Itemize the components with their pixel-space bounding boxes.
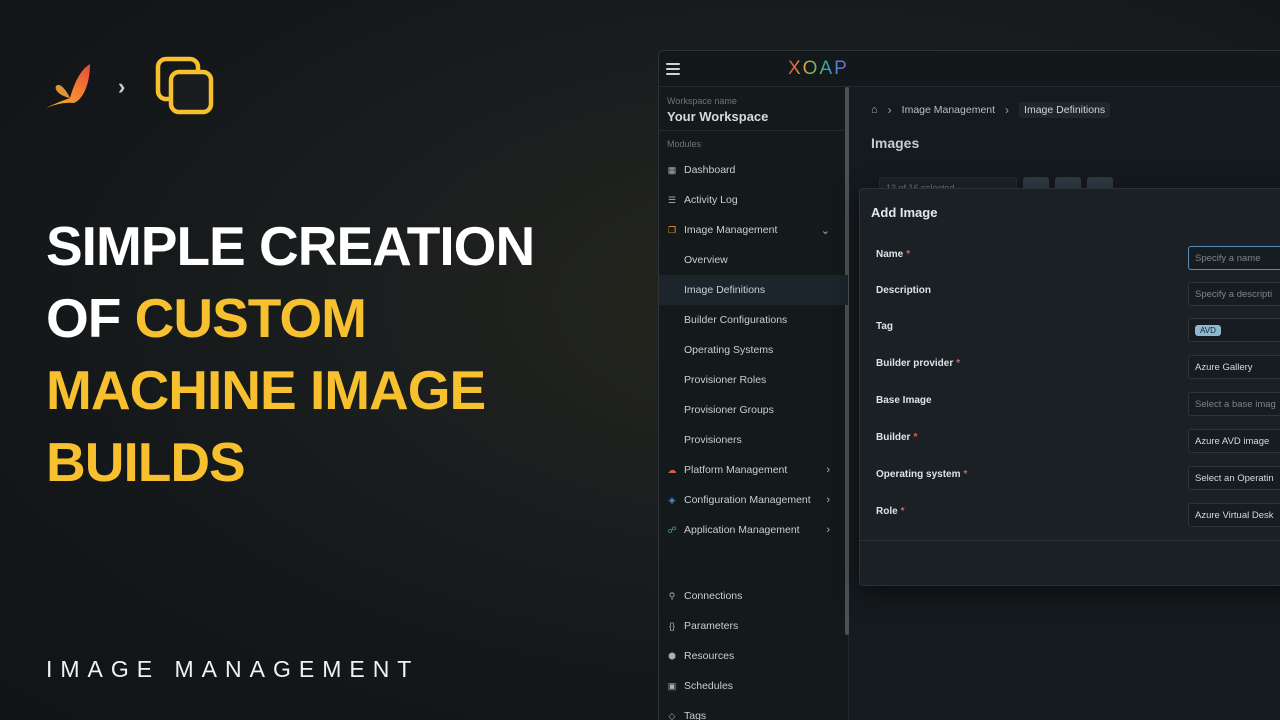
sidebar-item-dashboard[interactable]: ▦ Dashboard <box>659 155 848 185</box>
name-input[interactable]: Specify a name <box>1188 246 1280 270</box>
sidebar-item-activity-log[interactable]: ☰ Activity Log <box>659 185 848 215</box>
app-logo[interactable]: XOAP <box>788 58 849 80</box>
sidebar-subitem-overview[interactable]: Overview <box>659 245 848 275</box>
sidebar-item-label: Platform Management <box>684 464 788 476</box>
calendar-icon: ▣ <box>667 680 677 691</box>
sidebar-item-resources[interactable]: ⬢ Resources <box>659 641 848 671</box>
sidebar-item-label: Overview <box>684 254 728 266</box>
hero-title-line3: MACHINE IMAGE <box>46 359 486 421</box>
hero-title-line2-yellow: CUSTOM <box>134 287 367 349</box>
chevron-right-icon: › <box>118 74 126 99</box>
hero-icons: › <box>44 56 217 118</box>
app-topbar: XOAP <box>659 51 1280 87</box>
breadcrumb: ⌂ › Image Management › Image Definitions <box>871 102 1111 118</box>
share-icon: ☍ <box>667 524 677 535</box>
operating-system-label: Operating system * <box>876 469 968 480</box>
sidebar-item-connections[interactable]: ⚲ Connections <box>659 581 848 611</box>
hero-title-line1: SIMPLE CREATION <box>46 215 535 277</box>
sidebar-subitem-provisioner-groups[interactable]: Provisioner Groups <box>659 395 848 425</box>
sidebar-item-label: Provisioner Groups <box>684 404 774 416</box>
builder-label: Builder * <box>876 432 918 443</box>
sidebar-item-tags[interactable]: ◇ Tags <box>659 701 848 720</box>
workspace-label: Workspace name <box>667 96 737 106</box>
sidebar-subitem-operating-systems[interactable]: Operating Systems <box>659 335 848 365</box>
sidebar-item-label: Operating Systems <box>684 344 774 356</box>
modules-label: Modules <box>667 139 702 149</box>
description-input[interactable]: Specify a descripti <box>1188 282 1280 306</box>
sidebar-item-application-management[interactable]: ☍ Application Management › <box>659 515 848 545</box>
sidebar-item-label: Resources <box>684 650 735 662</box>
hero-title-line2-white: OF <box>46 287 135 349</box>
sidebar: Workspace name Your Workspace Modules ▦ … <box>659 87 849 720</box>
copy-stack-icon <box>156 56 214 115</box>
copy-icon: ❐ <box>667 224 677 235</box>
tag-input[interactable]: AVD <box>1188 318 1280 342</box>
butterfly-logo-icon <box>46 64 90 108</box>
name-label: Name * <box>876 249 911 260</box>
sidebar-item-image-management[interactable]: ❐ Image Management ⌄ <box>659 215 848 245</box>
hamburger-menu-icon[interactable] <box>666 62 680 75</box>
builder-select[interactable]: Azure AVD image <box>1188 429 1280 453</box>
tag-chip[interactable]: AVD <box>1195 325 1221 336</box>
description-label: Description <box>876 285 932 296</box>
base-image-select[interactable]: Select a base imag <box>1188 392 1280 416</box>
sidebar-item-label: Configuration Management <box>684 494 811 506</box>
workspace-name[interactable]: Your Workspace <box>659 106 848 131</box>
sidebar-subitem-builder-configurations[interactable]: Builder Configurations <box>659 305 848 335</box>
chevron-right-icon[interactable]: › <box>826 524 830 536</box>
dialog-divider <box>860 540 1280 541</box>
sidebar-subitem-provisioners[interactable]: Provisioners <box>659 425 848 455</box>
role-select[interactable]: Azure Virtual Desk <box>1188 503 1280 527</box>
sidebar-subitem-image-definitions[interactable]: Image Definitions <box>659 275 848 305</box>
sidebar-item-platform-management[interactable]: ☁ Platform Management › <box>659 455 848 485</box>
sidebar-item-label: Application Management <box>684 524 800 536</box>
dialog-title: Add Image <box>871 205 938 220</box>
sidebar-subitem-provisioner-roles[interactable]: Provisioner Roles <box>659 365 848 395</box>
operating-system-select[interactable]: Select an Operatin <box>1188 466 1280 490</box>
sidebar-item-label: Dashboard <box>684 164 736 176</box>
hero-subtitle: IMAGE MANAGEMENT <box>46 656 420 682</box>
chevron-right-icon[interactable]: › <box>826 464 830 476</box>
sidebar-item-label: Image Definitions <box>684 284 766 296</box>
pin-icon: ⚲ <box>668 590 676 601</box>
sidebar-item-label: Parameters <box>684 620 739 632</box>
hero-title: SIMPLE CREATION OF CUSTOM MACHINE IMAGE … <box>46 210 606 498</box>
chevron-right-icon: › <box>1005 103 1010 117</box>
page-title: Images <box>871 135 920 151</box>
main-content: ⌂ › Image Management › Image Definitions… <box>857 87 1280 720</box>
add-image-dialog: Add Image Name * Specify a name Descripti… <box>859 188 1280 586</box>
sidebar-item-schedules[interactable]: ▣ Schedules <box>659 671 848 701</box>
chevron-right-icon: › <box>887 103 892 117</box>
sidebar-item-label: Builder Configurations <box>684 314 788 326</box>
sidebar-item-configuration-management[interactable]: ◈ Configuration Management › <box>659 485 848 515</box>
sidebar-item-parameters[interactable]: {} Parameters <box>659 611 848 641</box>
hero-title-line4: BUILDS <box>46 431 246 493</box>
builder-provider-select[interactable]: Azure Gallery <box>1188 355 1280 379</box>
braces-icon: {} <box>668 621 675 631</box>
chevron-down-icon[interactable]: ⌄ <box>821 224 830 237</box>
sidebar-item-label: Activity Log <box>684 194 738 206</box>
sidebar-item-label: Tags <box>684 710 707 720</box>
chevron-right-icon[interactable]: › <box>826 494 830 506</box>
cube-icon: ⬢ <box>668 650 676 661</box>
sidebar-item-label: Connections <box>684 590 743 602</box>
sidebar-item-label: Provisioners <box>684 434 742 446</box>
sidebar-item-label: Provisioner Roles <box>684 374 767 386</box>
base-image-label: Base Image <box>876 395 932 406</box>
breadcrumb-item[interactable]: Image Management <box>902 104 995 116</box>
role-label: Role * <box>876 506 905 517</box>
layers-icon: ◈ <box>668 494 676 505</box>
home-icon[interactable]: ⌂ <box>871 104 878 116</box>
tag-label: Tag <box>876 321 894 332</box>
list-icon: ☰ <box>667 194 677 205</box>
cloud-icon: ☁ <box>667 464 677 475</box>
app-window: XOAP Workspace name Your Workspace Modul… <box>658 50 1280 720</box>
grid-icon: ▦ <box>667 164 677 175</box>
breadcrumb-current[interactable]: Image Definitions <box>1019 102 1111 118</box>
sidebar-item-label: Schedules <box>684 680 734 692</box>
sidebar-item-label: Image Management <box>684 224 778 236</box>
builder-provider-label: Builder provider * <box>876 358 961 369</box>
tag-icon: ◇ <box>668 710 676 720</box>
